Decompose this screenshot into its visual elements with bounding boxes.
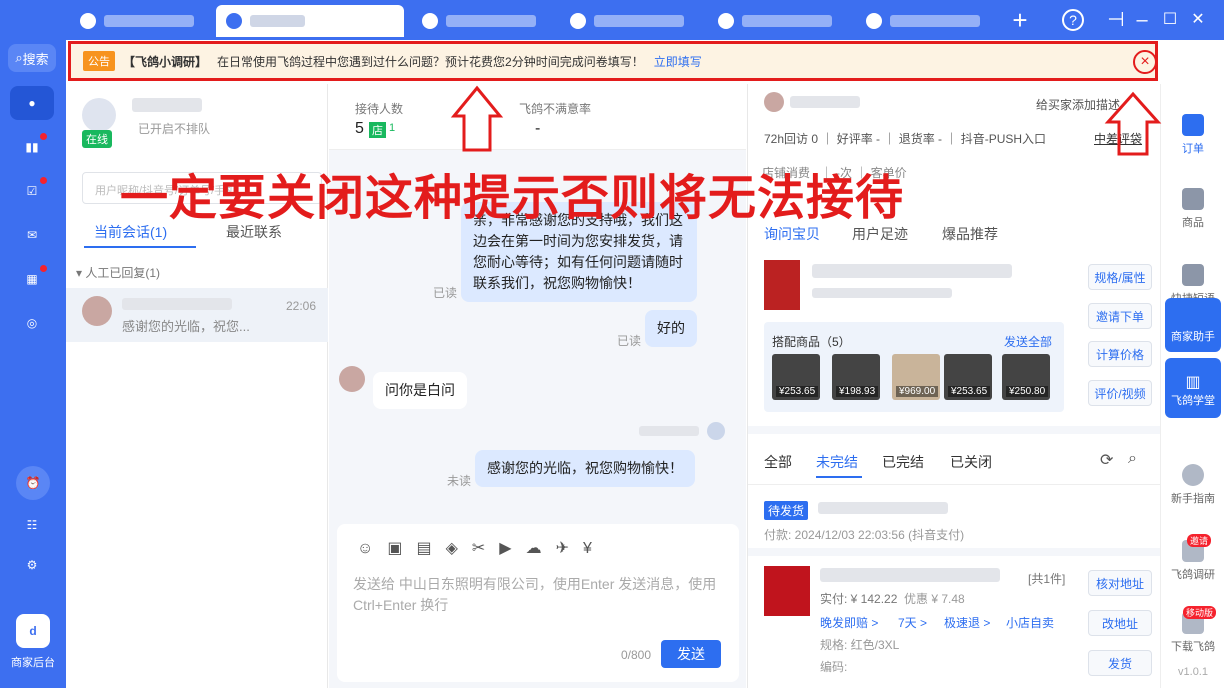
arrow-up-right [1104,91,1162,156]
arrow-up-left [450,85,504,152]
annotation-arrows [450,85,1162,156]
annotation-text: 一定要关闭这种提示否则将无法接待 [120,172,905,225]
